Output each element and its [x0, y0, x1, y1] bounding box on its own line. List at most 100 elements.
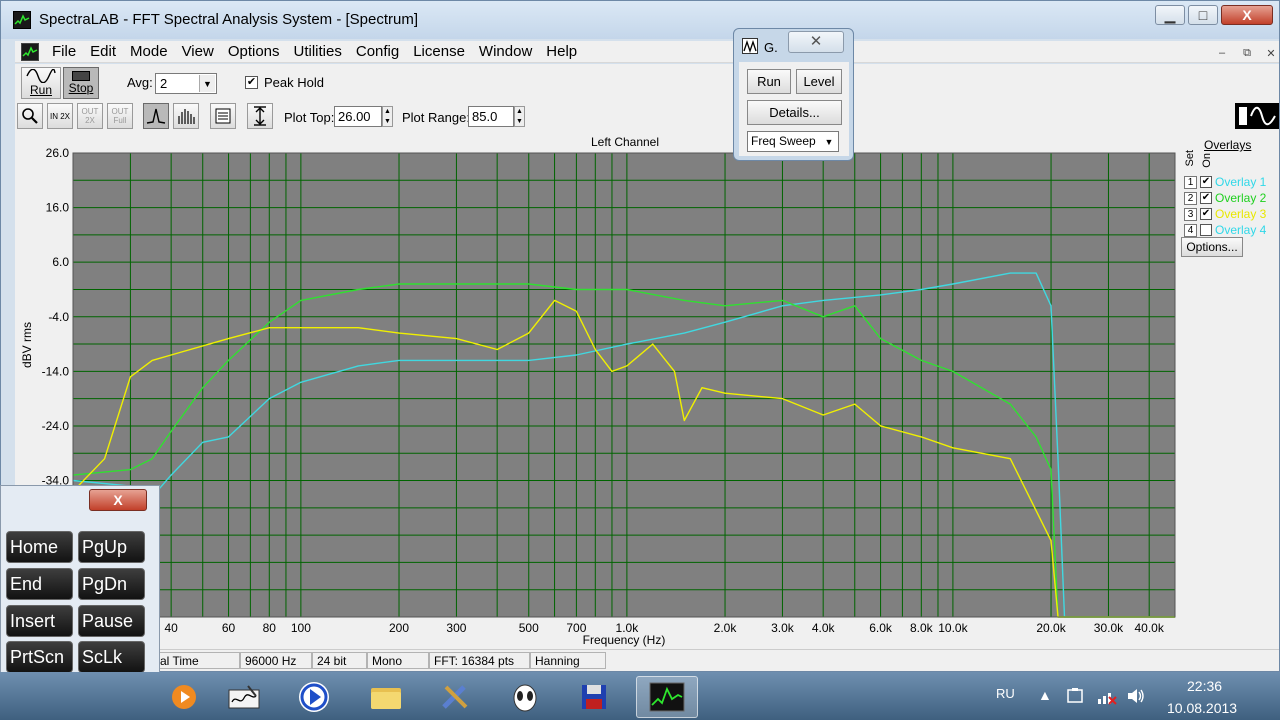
title-bar[interactable]: SpectraLAB - FFT Spectral Analysis Syste… — [1, 1, 1279, 39]
x-tick-label: 60 — [222, 621, 236, 635]
x-tick-label: 200 — [389, 621, 409, 635]
taskbar-alien-app-icon[interactable] — [496, 676, 554, 718]
tray-volume-icon[interactable] — [1126, 687, 1146, 708]
menu-config[interactable]: Config — [349, 43, 406, 60]
generator-close-button[interactable]: ✕ — [788, 31, 844, 53]
taskbar-signature-app-icon[interactable] — [215, 676, 273, 718]
key-prtscn[interactable]: PrtScn — [6, 641, 73, 673]
generator-run-button[interactable]: Run — [747, 69, 791, 94]
menu-view[interactable]: View — [175, 43, 221, 60]
status-channels: Mono — [367, 652, 429, 669]
stop-button[interactable]: Stop — [63, 67, 99, 99]
generator-level-button[interactable]: Level — [796, 69, 842, 94]
magnifier-icon — [22, 108, 38, 124]
close-button[interactable]: X — [1221, 5, 1273, 25]
zoom-full-button[interactable]: OUT Full — [107, 103, 133, 129]
mdi-close-button[interactable]: ✕ — [1260, 44, 1279, 62]
plot-range-spinner[interactable]: ▲ ▼ — [514, 106, 525, 127]
spectrum-plot[interactable]: 26.016.06.0-4.0-14.0-24.0-34.03040608010… — [15, 133, 1181, 649]
taskbar-media-player-icon[interactable] — [155, 676, 213, 718]
key-end[interactable]: End — [6, 568, 73, 600]
key-sclk[interactable]: ScLk — [78, 641, 145, 673]
menu-utilities[interactable]: Utilities — [287, 43, 349, 60]
stop-label: Stop — [68, 81, 94, 95]
chevron-down-icon: ▼ — [821, 133, 837, 150]
menu-mode[interactable]: Mode — [123, 43, 175, 60]
taskbar-floppy-icon[interactable] — [565, 676, 623, 718]
overlay-options-button[interactable]: Options... — [1181, 237, 1243, 257]
maximize-button[interactable]: □ — [1188, 5, 1218, 25]
chevron-down-icon: ▼ — [199, 75, 215, 92]
tray-network-icon[interactable] — [1097, 687, 1117, 708]
line-mode-button[interactable] — [143, 103, 169, 129]
avg-value: 2 — [160, 76, 168, 91]
zoom-out-2x-button[interactable]: OUT 2X — [77, 103, 103, 129]
taskbar: RU ▲ 22:36 10.08.2013 — [0, 672, 1280, 720]
x-axis-label: Frequency (Hz) — [583, 633, 666, 647]
overlay-set-button[interactable]: 1 — [1184, 175, 1197, 189]
generator-window[interactable]: G. ✕ Run Level Details... Freq Sweep ▼ — [733, 28, 854, 161]
autoscale-button[interactable] — [247, 103, 273, 129]
x-tick-label: 300 — [446, 621, 466, 635]
settings-list-button[interactable] — [210, 103, 236, 129]
plot-top-spinner[interactable]: ▲ ▼ — [382, 106, 393, 127]
avg-select[interactable]: 2 ▼ — [155, 73, 217, 94]
menu-license[interactable]: License — [406, 43, 472, 60]
overlay-label: Overlay 4 — [1215, 223, 1267, 237]
bar-mode-button[interactable] — [173, 103, 199, 129]
overlay-row-3[interactable]: 3 ✔ Overlay 3 — [1184, 206, 1266, 222]
peak-hold-checkbox[interactable]: ✔ — [245, 76, 258, 89]
key-pause[interactable]: Pause — [78, 605, 145, 637]
menu-window[interactable]: Window — [472, 43, 539, 60]
key-pgup[interactable]: PgUp — [78, 531, 145, 563]
overlay-row-1[interactable]: 1 ✔ Overlay 1 — [1184, 174, 1266, 190]
overlays-panel: Overlays Set On 1 ✔ Overlay 1 2 ✔ Overlay 2 3 ✔… — [1181, 133, 1279, 649]
overlay-on-checkbox[interactable]: ✔ — [1200, 192, 1212, 204]
overlay-row-2[interactable]: 2 ✔ Overlay 2 — [1184, 190, 1266, 206]
menu-file[interactable]: File — [45, 43, 83, 60]
tray-device-icon[interactable] — [1066, 687, 1084, 708]
tray-show-hidden-icon[interactable]: ▲ — [1038, 687, 1052, 703]
document-icon[interactable] — [21, 42, 39, 61]
taskbar-explorer-icon[interactable] — [357, 676, 415, 718]
plot-panel[interactable]: Left Channel 26.0 16.0 6.0 -4.0 -14.0 -24.0 -3… — [15, 133, 1181, 649]
generator-details-button[interactable]: Details... — [747, 100, 842, 125]
toolbar-plot: IN 2X OUT 2X OUT Full Plot Top: 26.00 ▲ ▼… — [15, 100, 1279, 133]
minimize-button[interactable]: ▁ — [1155, 5, 1185, 25]
menu-options[interactable]: Options — [221, 43, 287, 60]
mdi-minimize-button[interactable]: – — [1211, 44, 1233, 62]
generator-mode-select[interactable]: Freq Sweep ▼ — [747, 131, 839, 152]
taskbar-daemon-tools-icon[interactable] — [285, 676, 343, 718]
key-home[interactable]: Home — [6, 531, 73, 563]
overlay-label: Overlay 1 — [1215, 175, 1267, 189]
keyboard-close-button[interactable]: X — [89, 489, 147, 511]
menu-edit[interactable]: Edit — [83, 43, 123, 60]
run-button[interactable]: Run — [21, 67, 61, 99]
plot-range-input[interactable]: 85.0 — [468, 106, 514, 127]
overlay-set-button[interactable]: 2 — [1184, 191, 1197, 205]
overlay-label: Overlay 3 — [1215, 207, 1267, 221]
bar-graph-icon — [178, 109, 195, 124]
overlay-set-button[interactable]: 3 — [1184, 207, 1197, 221]
zoom-button[interactable] — [17, 103, 43, 129]
clock-date[interactable]: 10.08.2013 — [1167, 700, 1237, 716]
key-insert[interactable]: Insert — [6, 605, 73, 637]
signal-logo-icon — [1235, 103, 1279, 129]
overlay-set-button[interactable]: 4 — [1184, 223, 1197, 237]
taskbar-spectralab-icon[interactable] — [636, 676, 698, 718]
on-column-label: On — [1201, 153, 1213, 168]
zoom-in-2x-button[interactable]: IN 2X — [47, 103, 73, 129]
plot-top-input[interactable]: 26.00 — [334, 106, 382, 127]
overlay-on-checkbox[interactable]: ✔ — [1200, 176, 1212, 188]
overlay-on-checkbox[interactable] — [1200, 224, 1212, 236]
overlay-on-checkbox[interactable]: ✔ — [1200, 208, 1212, 220]
plot-top-label: Plot Top: — [284, 110, 335, 125]
x-tick-label: 40.0k — [1135, 621, 1165, 635]
clock-time[interactable]: 22:36 — [1187, 678, 1222, 694]
taskbar-tools-icon[interactable] — [426, 676, 484, 718]
keyboard-language-indicator[interactable]: RU — [996, 686, 1015, 701]
menu-help[interactable]: Help — [539, 43, 584, 60]
mdi-restore-button[interactable]: ⧉ — [1236, 44, 1258, 62]
key-pgdn[interactable]: PgDn — [78, 568, 145, 600]
overlay-row-4[interactable]: 4 Overlay 4 — [1184, 222, 1266, 238]
